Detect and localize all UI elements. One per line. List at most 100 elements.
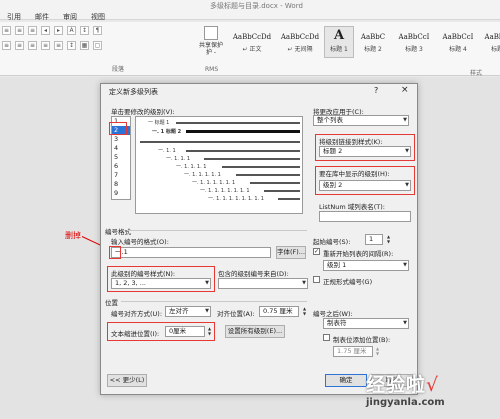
align-center-icon[interactable]: ≡ xyxy=(15,41,24,50)
preview-line: 一. 1. 1. 1 xyxy=(166,156,191,162)
style-normal[interactable]: AaBbCcDd ↵ 正文 xyxy=(228,26,276,58)
style-heading-4[interactable]: AaBbCcI 标题 4 xyxy=(436,26,480,58)
style-heading-2[interactable]: AaBbC 标题 2 xyxy=(354,26,392,58)
font-button[interactable]: 字体(F)... xyxy=(276,246,306,259)
level-item[interactable]: 6 xyxy=(112,162,130,171)
style-no-spacing[interactable]: AaBbCcDd ↵ 无间隔 xyxy=(276,26,324,58)
share-protect-button[interactable]: 共享保护 护 - xyxy=(198,26,224,56)
tab-add-label: 制表位添加位置(B): xyxy=(333,336,391,344)
watermark-url: jingyanla.com xyxy=(366,397,445,408)
preview-line: 一. 1. 1 xyxy=(158,148,176,154)
less-button[interactable]: << 更少(L) xyxy=(107,374,147,387)
multilevel-list-icon[interactable]: ≡ xyxy=(28,26,37,35)
start-at-spinner[interactable]: ▲ ▼ xyxy=(385,234,392,245)
listnum-label: ListNum 域列表名(T): xyxy=(319,203,385,211)
chevron-down-icon: ▼ xyxy=(403,262,407,268)
level-highlight xyxy=(109,122,127,135)
preview-line-selected: 一. 1 标题 2 xyxy=(152,129,182,135)
level-item[interactable]: 8 xyxy=(112,180,130,189)
include-level-select[interactable]: ▼ xyxy=(218,278,308,289)
number-format-section: 编号格式 xyxy=(105,228,131,236)
increase-indent-icon[interactable]: ▸ xyxy=(54,26,63,35)
number-style-highlight xyxy=(107,266,215,292)
legal-checkbox[interactable] xyxy=(313,276,320,283)
ribbon-tabs: 引用 邮件 审阅 视图 xyxy=(0,13,112,22)
ok-button[interactable]: 确定 xyxy=(325,374,367,387)
distribute-icon[interactable]: ≡ xyxy=(54,41,63,50)
preview-line: 一. 1. 1. 1. 1. 1. 1. 1 xyxy=(200,188,250,194)
gallery-level-highlight xyxy=(315,166,415,195)
preview-bar xyxy=(140,141,300,143)
sort-icon[interactable]: ↕ xyxy=(80,26,89,35)
check-icon: √ xyxy=(426,374,439,396)
tab-references[interactable]: 引用 xyxy=(0,13,28,22)
link-style-highlight xyxy=(315,134,415,161)
chevron-down-icon: ▼ xyxy=(302,280,306,286)
listnum-input[interactable] xyxy=(319,211,411,222)
enter-format-label: 输入编号的格式(O): xyxy=(111,238,169,246)
shading-icon[interactable]: ▦ xyxy=(80,41,89,50)
restart-checkbox[interactable]: ✓ xyxy=(313,248,320,255)
preview-bar xyxy=(278,198,300,200)
paragraph-group-label: 段落 xyxy=(112,66,125,73)
preview-bar xyxy=(236,174,300,176)
level-item[interactable]: 4 xyxy=(112,144,130,153)
chevron-down-icon: ▼ xyxy=(403,320,407,326)
align-left-icon[interactable]: ≡ xyxy=(2,41,11,50)
level-item[interactable]: 7 xyxy=(112,171,130,180)
line-spacing-icon[interactable]: ↕ xyxy=(67,41,76,50)
chevron-down-icon: ▼ xyxy=(205,308,209,314)
justify-icon[interactable]: ≡ xyxy=(41,41,50,50)
follow-select[interactable]: 制表符 ▼ xyxy=(323,318,409,329)
paragraph-group: ≡ ≡ ≡ ◂ ▸ A ↕ ¶ ≡ ≡ ≡ ≡ ≡ ↕ ▦ ▢ xyxy=(2,26,192,66)
restart-select[interactable]: 级别 1 ▼ xyxy=(323,260,409,271)
watermark: 经验啦√ jingyanla.com xyxy=(366,370,500,419)
tab-add-input[interactable]: 1.75 厘米 xyxy=(333,346,373,357)
styles-group-label: 样式 xyxy=(470,70,483,77)
number-format-input[interactable]: 一.1 xyxy=(111,247,271,258)
level-item[interactable]: 3 xyxy=(112,135,130,144)
delete-annotation: 删掉 xyxy=(65,231,81,240)
start-at-label: 起始编号(S): xyxy=(313,238,351,246)
tab-add-checkbox[interactable] xyxy=(323,334,330,341)
level-item[interactable]: 5 xyxy=(112,153,130,162)
watermark-logo: 经验啦 xyxy=(366,374,427,396)
decrease-indent-icon[interactable]: ◂ xyxy=(41,26,50,35)
preview-line: 一. 1. 1. 1. 1. 1. 1 xyxy=(192,180,236,186)
ribbon: ≡ ≡ ≡ ◂ ▸ A ↕ ¶ ≡ ≡ ≡ ≡ ≡ ↕ ▦ ▢ 段落 共享保护 … xyxy=(0,22,500,77)
tab-view[interactable]: 视图 xyxy=(84,13,112,22)
restart-label: 重新开始列表的间隔(R): xyxy=(323,250,394,258)
style-heading-5[interactable]: AaBbCcI标题 5 xyxy=(480,26,500,58)
preview-line: 一. 1. 1. 1. 1. 1. 1. 1. 1 xyxy=(208,196,264,202)
aligned-at-spinner[interactable]: ▲ ▼ xyxy=(301,306,308,317)
position-section: 位置 xyxy=(105,299,118,307)
chinese-layout-icon[interactable]: A xyxy=(67,26,76,35)
level-item[interactable]: 9 xyxy=(112,189,130,198)
help-icon[interactable]: ? xyxy=(374,86,378,95)
align-right-icon[interactable]: ≡ xyxy=(28,41,37,50)
preview-line: 一. 1. 1. 1. 1 xyxy=(176,164,207,170)
style-heading-1[interactable]: A 标题 1 xyxy=(324,26,354,58)
show-marks-icon[interactable]: ¶ xyxy=(93,26,102,35)
bullets-icon[interactable]: ≡ xyxy=(2,26,11,35)
follow-label: 编号之后(W): xyxy=(313,310,353,318)
aligned-at-input[interactable]: 0.75 厘米 xyxy=(259,306,299,317)
set-all-levels-button[interactable]: 设置所有级别(E)... xyxy=(225,325,285,338)
apply-to-select[interactable]: 整个列表 ▼ xyxy=(313,115,409,126)
include-level-label: 包含的级别编号来自(D): xyxy=(218,270,289,278)
borders-icon[interactable]: ▢ xyxy=(93,41,102,50)
style-heading-3[interactable]: AaBbCcI 标题 3 xyxy=(392,26,436,58)
preview-bar xyxy=(186,150,300,152)
list-preview: 一 标题 1 一. 1 标题 2 一. 1. 1 一. 1. 1. 1 一. 1… xyxy=(135,116,303,214)
tab-add-spinner[interactable]: ▲ ▼ xyxy=(374,346,381,357)
close-icon[interactable]: × xyxy=(401,85,409,95)
tab-review[interactable]: 审阅 xyxy=(56,13,84,22)
chevron-down-icon: ▼ xyxy=(403,117,407,123)
legal-label: 正规形式编号(G) xyxy=(323,278,373,286)
section-divider xyxy=(127,230,307,231)
tab-mailings[interactable]: 邮件 xyxy=(28,13,56,22)
numbering-icon[interactable]: ≡ xyxy=(15,26,24,35)
alignment-select[interactable]: 左对齐 ▼ xyxy=(165,306,211,317)
start-at-input[interactable]: 1 xyxy=(365,234,383,245)
level-label: 单击要修改的级别(V): xyxy=(111,108,175,116)
